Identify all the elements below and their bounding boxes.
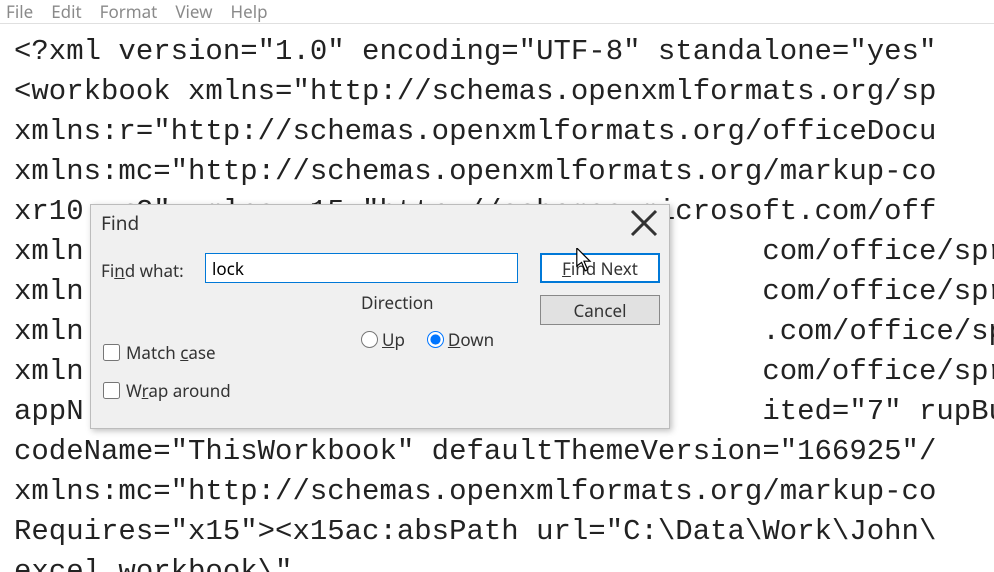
find-next-button[interactable]: Find Next (540, 253, 660, 283)
direction-up-radio[interactable]: Up (361, 328, 405, 351)
direction-group: Direction Up Down (361, 291, 601, 373)
menu-view[interactable]: View (175, 0, 212, 23)
find-what-label: Find what: (101, 259, 184, 282)
find-dialog: Find Find what: Find Next Cancel Match c… (90, 204, 670, 429)
menu-format[interactable]: Format (100, 0, 158, 23)
find-title: Find (101, 210, 139, 236)
find-title-bar: Find (91, 205, 669, 241)
direction-down-radio[interactable]: Down (427, 328, 494, 351)
wrap-around-checkbox[interactable]: Wrap around (103, 379, 231, 402)
menu-bar: File Edit Format View Help (0, 0, 994, 24)
menu-edit[interactable]: Edit (51, 0, 81, 23)
direction-down-input[interactable] (427, 331, 444, 348)
match-case-checkbox[interactable]: Match case (103, 341, 216, 364)
menu-help[interactable]: Help (231, 0, 268, 23)
find-what-input[interactable] (205, 253, 518, 283)
direction-label: Direction (361, 291, 434, 314)
match-case-input[interactable] (103, 344, 120, 361)
close-icon[interactable] (629, 208, 659, 238)
menu-file[interactable]: File (6, 0, 33, 23)
wrap-around-input[interactable] (103, 382, 120, 399)
direction-up-input[interactable] (361, 331, 378, 348)
